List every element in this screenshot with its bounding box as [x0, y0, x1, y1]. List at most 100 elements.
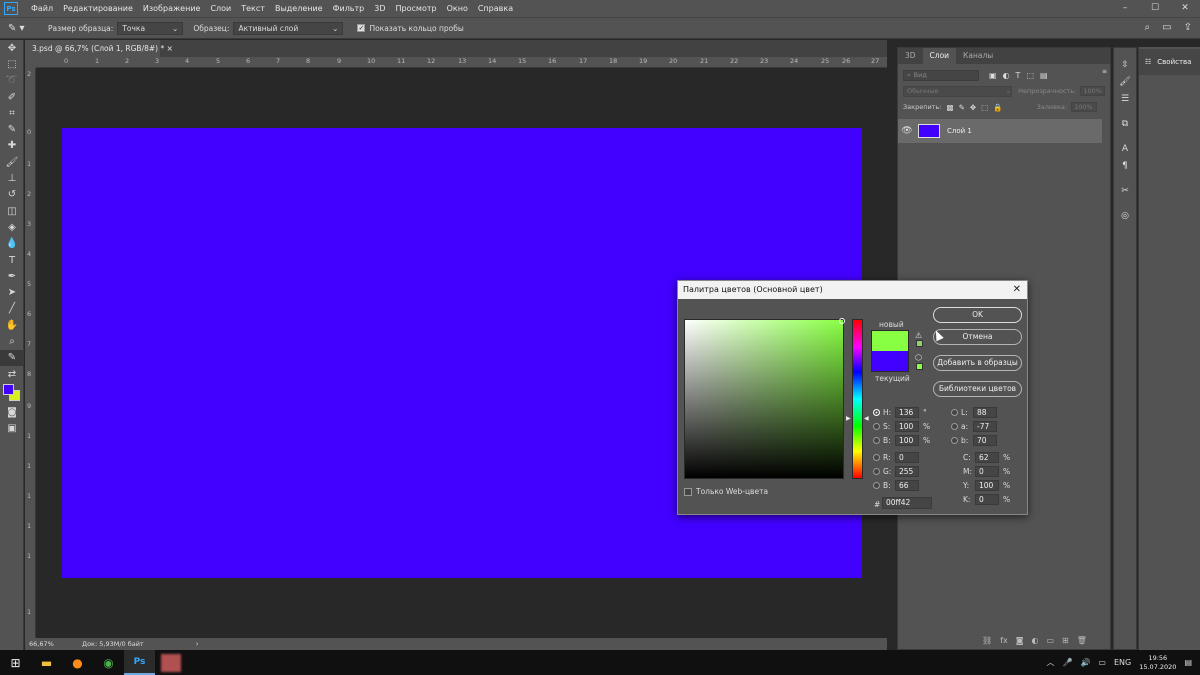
- adjustments-icon[interactable]: ☰: [1114, 90, 1136, 107]
- hue-radio[interactable]: [873, 409, 880, 416]
- layer-search-input[interactable]: ⌕ Вид: [903, 69, 979, 81]
- notifications-icon[interactable]: ▤: [1184, 658, 1192, 667]
- adjustment-layer-icon[interactable]: ◐: [1031, 636, 1038, 645]
- healing-brush-tool-icon[interactable]: ✚: [0, 138, 24, 154]
- workspace-icon[interactable]: ▭: [1162, 22, 1171, 33]
- close-window-button[interactable]: ✕: [1170, 0, 1200, 17]
- lab-a-radio[interactable]: [951, 423, 958, 430]
- red-input[interactable]: 0: [895, 452, 919, 463]
- color-libraries-button[interactable]: Библиотеки цветов: [933, 381, 1022, 397]
- tab-channels[interactable]: Каналы: [956, 48, 1000, 64]
- hand-tool-icon[interactable]: ✋: [0, 317, 24, 333]
- screen-mode-icon[interactable]: ▣: [0, 421, 24, 437]
- gamut-warning-icon[interactable]: ⚠: [915, 331, 922, 340]
- swap-colors-icon[interactable]: ⇄: [0, 366, 24, 382]
- lab-l-radio[interactable]: [951, 409, 958, 416]
- eraser-tool-icon[interactable]: ◫: [0, 203, 24, 219]
- lock-position-icon[interactable]: ✥: [970, 103, 976, 112]
- eyedropper-preset-icon[interactable]: ✎ ▾: [8, 20, 38, 36]
- saturation-input[interactable]: 100: [895, 421, 919, 432]
- lab-b-radio[interactable]: [951, 437, 958, 444]
- move-tool-icon[interactable]: ✥: [0, 40, 24, 56]
- history-icon[interactable]: ⇳: [1114, 56, 1136, 73]
- blue-radio[interactable]: [873, 482, 880, 489]
- lock-image-icon[interactable]: ✎: [959, 103, 965, 112]
- lab-l-input[interactable]: 88: [973, 407, 997, 418]
- character-icon[interactable]: A: [1114, 140, 1136, 157]
- blur-tool-icon[interactable]: 💧: [0, 236, 24, 252]
- delete-layer-icon[interactable]: 🗑: [1077, 636, 1087, 645]
- menu-help[interactable]: Справка: [473, 4, 518, 13]
- opacity-input[interactable]: 100%: [1080, 86, 1105, 96]
- brightness-input[interactable]: 100: [895, 435, 919, 446]
- show-ring-checkbox[interactable]: ✓: [357, 24, 366, 32]
- clone-source-icon[interactable]: ⧉: [1114, 115, 1136, 132]
- quick-mask-icon[interactable]: ◙: [0, 404, 24, 420]
- properties-tab[interactable]: ☷ Свойства: [1139, 49, 1200, 75]
- lock-artboard-icon[interactable]: ⬚: [981, 103, 988, 112]
- fx-icon[interactable]: fx: [1000, 636, 1008, 645]
- chrome-icon[interactable]: ◉: [93, 650, 124, 675]
- eyedropper-tool-icon[interactable]: ✎: [0, 121, 24, 137]
- close-tab-icon[interactable]: ×: [167, 44, 173, 53]
- saturation-radio[interactable]: [873, 423, 880, 430]
- black-input[interactable]: 0: [975, 494, 999, 505]
- network-icon[interactable]: ▭: [1098, 658, 1106, 667]
- fill-input[interactable]: 100%: [1071, 102, 1098, 112]
- panel-menu-icon[interactable]: ≡: [1102, 68, 1107, 75]
- minimize-button[interactable]: –: [1110, 0, 1140, 17]
- hue-slider[interactable]: [852, 319, 863, 479]
- lasso-tool-icon[interactable]: ➰: [0, 73, 24, 89]
- layer-row[interactable]: 👁 Слой 1: [898, 119, 1102, 143]
- new-layer-icon[interactable]: ⊞: [1062, 636, 1069, 645]
- add-mask-icon[interactable]: ◙: [1016, 636, 1024, 645]
- link-layers-icon[interactable]: ⛓: [982, 636, 992, 645]
- path-select-tool-icon[interactable]: ➤: [0, 284, 24, 300]
- share-icon[interactable]: ⇪: [1184, 22, 1192, 33]
- active-eyedropper-tool-icon[interactable]: ✎: [0, 349, 24, 366]
- type-tool-icon[interactable]: T: [0, 252, 24, 268]
- brush-tool-icon[interactable]: 🖌: [0, 154, 24, 170]
- zoom-tool-icon[interactable]: ⌕: [0, 333, 24, 349]
- brush-settings-icon[interactable]: 🖌: [1114, 73, 1136, 90]
- tab-3d[interactable]: 3D: [898, 48, 923, 64]
- filter-type-icon[interactable]: T: [1016, 71, 1021, 80]
- close-icon[interactable]: ✕: [1013, 281, 1021, 299]
- lab-b-input[interactable]: 70: [973, 435, 997, 446]
- red-radio[interactable]: [873, 454, 880, 461]
- magenta-input[interactable]: 0: [975, 466, 999, 477]
- hue-slider-right-arrow-icon[interactable]: ◀: [864, 415, 869, 422]
- clock[interactable]: 19:56 15.07.2020: [1139, 654, 1176, 672]
- brightness-radio[interactable]: [873, 437, 880, 444]
- marquee-tool-icon[interactable]: ⬚: [0, 56, 24, 72]
- zoom-level[interactable]: 66,67%: [25, 640, 80, 648]
- paragraph-icon[interactable]: ¶: [1114, 157, 1136, 174]
- web-safe-swatch[interactable]: [916, 363, 923, 370]
- hex-input[interactable]: 00ff42: [882, 497, 932, 509]
- menu-image[interactable]: Изображение: [138, 4, 206, 13]
- new-group-icon[interactable]: ▭: [1046, 636, 1054, 645]
- app-taskbar-icon[interactable]: [155, 650, 186, 675]
- menu-select[interactable]: Выделение: [270, 4, 328, 13]
- windows-start-icon[interactable]: ⊞: [0, 650, 31, 675]
- maximize-button[interactable]: ☐: [1140, 0, 1170, 17]
- cancel-button[interactable]: Отмена: [933, 329, 1022, 345]
- libraries-icon[interactable]: ◎: [1114, 207, 1136, 224]
- language-indicator[interactable]: ENG: [1114, 658, 1131, 667]
- gradient-tool-icon[interactable]: ◈: [0, 219, 24, 235]
- web-safe-warning-icon[interactable]: ⬡: [915, 353, 922, 362]
- search-icon[interactable]: ⌕: [1145, 22, 1151, 33]
- menu-window[interactable]: Окно: [442, 4, 473, 13]
- menu-edit[interactable]: Редактирование: [58, 4, 138, 13]
- blend-mode-select[interactable]: Обычные ⌄: [903, 85, 1013, 97]
- filter-adjustment-icon[interactable]: ◐: [1003, 71, 1010, 80]
- tab-layers[interactable]: Слои: [922, 48, 957, 64]
- status-menu-arrow-icon[interactable]: ›: [196, 640, 199, 648]
- hue-slider-left-arrow-icon[interactable]: ▶: [846, 415, 851, 422]
- menu-file[interactable]: Файл: [26, 4, 58, 13]
- microphone-icon[interactable]: 🎤: [1062, 658, 1072, 667]
- sample-size-select[interactable]: Точка ⌄: [117, 21, 184, 35]
- yellow-input[interactable]: 100: [975, 480, 999, 491]
- stamp-tool-icon[interactable]: ⊥: [0, 170, 24, 186]
- file-explorer-icon[interactable]: ▬: [31, 650, 62, 675]
